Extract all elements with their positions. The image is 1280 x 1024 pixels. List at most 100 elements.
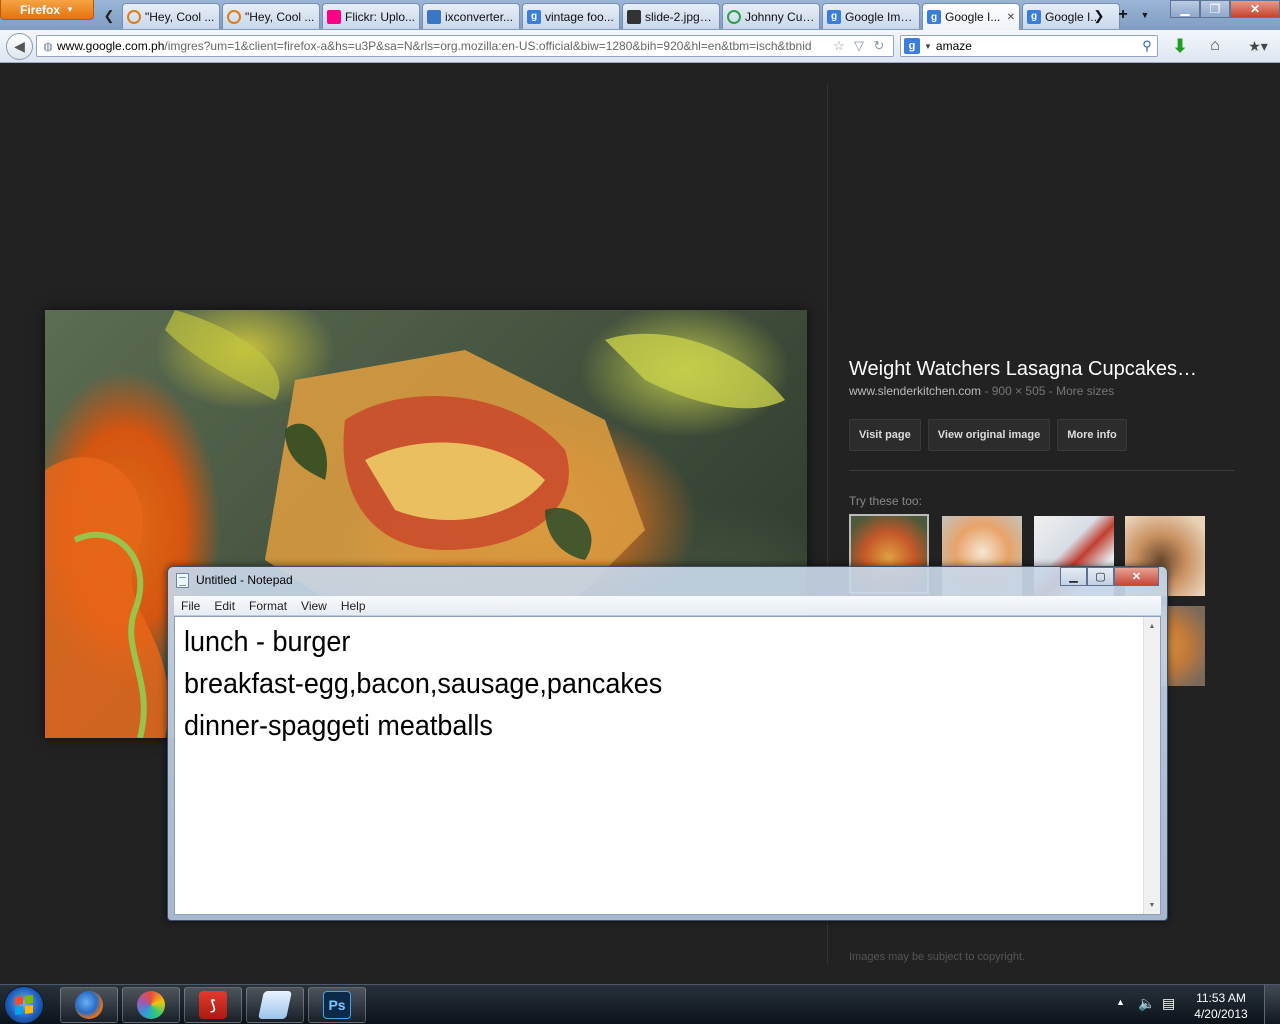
- close-window-button[interactable]: ✕: [1230, 0, 1280, 18]
- scroll-up-arrow-icon[interactable]: ▲: [1144, 618, 1160, 634]
- windows-taskbar: ⟆ Ps ▲ 🔈 ▤ 11:53 AM 4/20/2013: [0, 984, 1280, 1024]
- more-info-button[interactable]: More info: [1057, 419, 1127, 451]
- scroll-down-arrow-icon[interactable]: ▼: [1144, 897, 1160, 913]
- photoshop-taskbar-icon: Ps: [323, 991, 351, 1019]
- browser-tab[interactable]: slide-2.jpg (...: [622, 3, 720, 29]
- close-tab-icon[interactable]: ✕: [1007, 12, 1015, 23]
- tab-scroll-right-button[interactable]: ❯: [1091, 6, 1107, 26]
- firefox-taskbar-icon: [75, 991, 103, 1019]
- url-host: www.google.com.ph: [57, 39, 165, 53]
- show-hidden-icons-button[interactable]: ▲: [1116, 997, 1125, 1007]
- result-domain-link[interactable]: www.slenderkitchen.com: [849, 384, 981, 398]
- bookmark-star-icon[interactable]: ☆: [829, 38, 849, 54]
- vertical-scrollbar[interactable]: ▲ ▼: [1143, 617, 1160, 914]
- picasa-taskbar-icon: [137, 991, 165, 1019]
- photoshop-taskbar-button[interactable]: Ps: [308, 987, 366, 1023]
- search-input[interactable]: amaze: [936, 39, 1137, 53]
- tab-label: ixconverter...: [445, 9, 514, 24]
- result-dimensions: - 900 × 505 -: [981, 384, 1057, 398]
- notepad-maximize-button[interactable]: ▢: [1087, 567, 1114, 586]
- firefox-menu-label: Firefox: [20, 2, 61, 17]
- home-icon[interactable]: ⌂: [1205, 36, 1225, 56]
- loading-icon: [127, 9, 141, 24]
- browser-tab[interactable]: g Google Ima...: [822, 3, 920, 29]
- notepad-taskbar-button[interactable]: [246, 987, 304, 1023]
- visit-page-button[interactable]: Visit page: [849, 419, 921, 451]
- restore-button[interactable]: ❐: [1200, 0, 1230, 18]
- google-icon[interactable]: g: [904, 38, 920, 54]
- google-icon: g: [1027, 9, 1041, 24]
- new-tab-button[interactable]: +: [1113, 5, 1133, 25]
- tab-label: slide-2.jpg (...: [645, 9, 715, 24]
- start-button[interactable]: [4, 986, 44, 1024]
- menu-help[interactable]: Help: [334, 599, 373, 613]
- picasa-taskbar-button[interactable]: [122, 987, 180, 1023]
- text-line: lunch - burger: [184, 626, 351, 658]
- firefox-taskbar-button[interactable]: [60, 987, 118, 1023]
- navigation-bar: ◀ ◍ www.google.com.ph/imgres?um=1&client…: [0, 30, 1280, 63]
- google-icon: g: [927, 10, 941, 24]
- bookmarks-menu-icon[interactable]: ★▾: [1240, 36, 1276, 56]
- url-bar[interactable]: ◍ www.google.com.ph/imgres?um=1&client=f…: [36, 35, 894, 57]
- result-title[interactable]: Weight Watchers Lasagna Cupcakes…: [849, 358, 1239, 381]
- notepad-content[interactable]: lunch - burger breakfast-egg,bacon,sausa…: [184, 621, 662, 747]
- back-button[interactable]: ◀: [6, 33, 33, 60]
- tab-scroll-left-button[interactable]: ❮: [99, 6, 119, 26]
- text-line: dinner-spaggeti meatballs: [184, 710, 493, 742]
- search-icon[interactable]: ⚲: [1137, 38, 1157, 54]
- browser-tab[interactable]: Johnny Cup...: [722, 3, 820, 29]
- notepad-close-button[interactable]: ✕: [1114, 567, 1159, 586]
- menu-file[interactable]: File: [174, 599, 207, 613]
- browser-tab[interactable]: "Hey, Cool ...: [222, 3, 320, 29]
- acrobat-taskbar-icon: ⟆: [199, 991, 227, 1019]
- try-these-label: Try these too:: [849, 494, 922, 508]
- download-icon[interactable]: ⬇: [1170, 36, 1190, 56]
- network-icon[interactable]: ▤: [1162, 995, 1175, 1012]
- notepad-minimize-button[interactable]: ▁: [1060, 567, 1087, 586]
- browser-tab[interactable]: g Google I... ✕: [922, 3, 1020, 30]
- separator: [849, 470, 1235, 471]
- reload-icon[interactable]: ↻: [869, 38, 889, 54]
- globe-icon: ◍: [43, 40, 53, 53]
- notepad-title: Untitled - Notepad: [196, 573, 293, 587]
- image-icon: [627, 9, 641, 24]
- google-icon: g: [527, 9, 541, 24]
- loading-icon: [727, 9, 741, 24]
- notepad-window-controls: ▁ ▢ ✕: [1060, 567, 1159, 586]
- flickr-icon: [327, 9, 341, 24]
- url-path: /imgres?um=1&client=firefox-a&hs=u3P&sa=…: [164, 39, 812, 53]
- menu-view[interactable]: View: [294, 599, 334, 613]
- acrobat-taskbar-button[interactable]: ⟆: [184, 987, 242, 1023]
- browser-tab[interactable]: ixconverter...: [422, 3, 520, 29]
- more-sizes-link[interactable]: More sizes: [1056, 384, 1114, 398]
- minimize-button[interactable]: ▁: [1170, 0, 1200, 18]
- browser-tab[interactable]: Flickr: Uplo...: [322, 3, 420, 29]
- browser-tab[interactable]: "Hey, Cool ...: [122, 3, 220, 29]
- notepad-taskbar-icon: [258, 991, 292, 1019]
- url-history-dropdown[interactable]: ▽: [849, 38, 869, 54]
- tab-bar: Firefox ▼ ❮ "Hey, Cool ... "Hey, Cool ...…: [0, 0, 1280, 30]
- browser-tab[interactable]: g vintage foo...: [522, 3, 620, 29]
- list-all-tabs-button[interactable]: ▼: [1137, 5, 1153, 25]
- windows-logo-icon: [15, 995, 33, 1015]
- back-arrow-icon: ◀: [14, 38, 25, 54]
- menu-edit[interactable]: Edit: [207, 599, 242, 613]
- volume-icon[interactable]: 🔈: [1138, 995, 1155, 1012]
- ixconverter-icon: [427, 9, 441, 24]
- notepad-text-area[interactable]: lunch - burger breakfast-egg,bacon,sausa…: [174, 616, 1161, 915]
- notepad-window: Untitled - Notepad ▁ ▢ ✕ File Edit Forma…: [167, 566, 1168, 921]
- tab-label: Flickr: Uplo...: [345, 9, 415, 24]
- view-original-image-button[interactable]: View original image: [927, 419, 1051, 451]
- url-text[interactable]: www.google.com.ph/imgres?um=1&client=fir…: [57, 39, 829, 53]
- chevron-down-icon[interactable]: ▼: [924, 42, 932, 51]
- system-clock[interactable]: 11:53 AM 4/20/2013: [1188, 990, 1254, 1022]
- tab-label: "Hey, Cool ...: [145, 9, 215, 24]
- notepad-icon: [176, 573, 189, 588]
- firefox-menu-button[interactable]: Firefox ▼: [0, 0, 94, 20]
- tab-label: Google I...: [945, 10, 1001, 24]
- show-desktop-button[interactable]: [1264, 985, 1280, 1024]
- search-bar[interactable]: g ▼ amaze ⚲: [900, 35, 1158, 57]
- clock-date: 4/20/2013: [1194, 1007, 1248, 1021]
- menu-format[interactable]: Format: [242, 599, 294, 613]
- result-actions: Visit page View original image More info: [849, 419, 1127, 451]
